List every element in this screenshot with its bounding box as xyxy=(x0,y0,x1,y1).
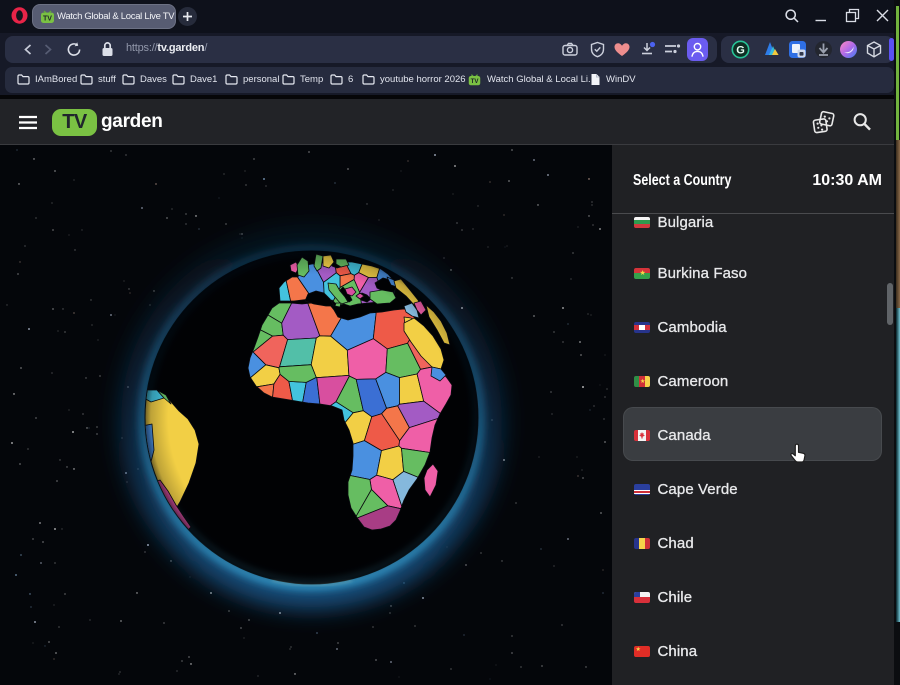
svg-text:G: G xyxy=(736,45,745,57)
svg-text:TV: TV xyxy=(43,16,52,23)
